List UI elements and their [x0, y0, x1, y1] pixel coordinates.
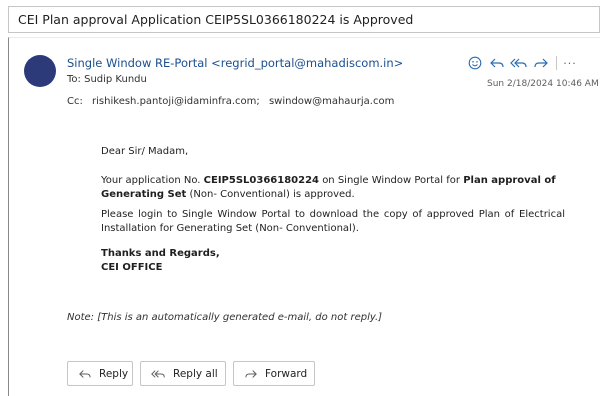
para1-middle: on Single Window Portal for	[322, 175, 461, 186]
avatar[interactable]	[24, 55, 56, 87]
thanks-line: Thanks and Regards,	[101, 248, 220, 259]
reply-all-icon	[151, 368, 166, 380]
action-divider	[556, 56, 557, 70]
to-recipient[interactable]: Sudip Kundu	[84, 74, 147, 85]
smiley-icon[interactable]	[464, 53, 486, 73]
reply-icon[interactable]	[486, 53, 508, 73]
greeting: Dear Sir/ Madam,	[101, 146, 189, 157]
cc-recipient[interactable]: swindow@mahaurja.com	[269, 96, 394, 107]
more-icon[interactable]: ···	[561, 57, 579, 70]
body-paragraph-approval: Your application No. CEIP5SL0366180224 o…	[101, 174, 565, 201]
cc-label: Cc:	[67, 96, 83, 107]
reply-all-icon[interactable]	[508, 53, 530, 73]
response-buttons: Reply Reply all Forward	[67, 361, 315, 386]
reply-label: Reply	[99, 367, 129, 380]
email-subject: CEI Plan approval Application CEIP5SL036…	[8, 6, 600, 33]
forward-button[interactable]: Forward	[233, 361, 315, 386]
reply-icon	[78, 368, 92, 380]
message-actions: ···	[464, 53, 579, 73]
reply-all-button[interactable]: Reply all	[140, 361, 226, 386]
reply-button[interactable]: Reply	[67, 361, 133, 386]
application-number: CEIP5SL0366180224	[203, 175, 319, 186]
cc-recipient[interactable]: rishikesh.pantoji@idaminfra.com;	[92, 96, 260, 107]
sent-date: Sun 2/18/2024 10:46 AM	[487, 79, 599, 89]
cc-line: Cc: rishikesh.pantoji@idaminfra.com; swi…	[67, 96, 400, 107]
para1-prefix: Your application No.	[101, 175, 201, 186]
forward-icon	[244, 368, 258, 380]
signature-block: Thanks and Regards, CEI OFFICE	[101, 247, 220, 274]
sender-name[interactable]: Single Window RE-Portal <regrid_portal@m…	[67, 56, 403, 70]
auto-generated-note: Note: [This is an automatically generate…	[67, 312, 383, 323]
forward-icon[interactable]	[530, 53, 552, 73]
signature-line: CEI OFFICE	[101, 261, 163, 273]
to-line: To: Sudip Kundu	[67, 74, 147, 85]
forward-label: Forward	[265, 367, 308, 380]
para1-suffix: (Non- Conventional) is approved.	[189, 188, 355, 200]
body-paragraph-download: Please login to Single Window Portal to …	[101, 209, 565, 234]
reply-all-label: Reply all	[173, 367, 218, 380]
to-label: To:	[67, 74, 81, 85]
